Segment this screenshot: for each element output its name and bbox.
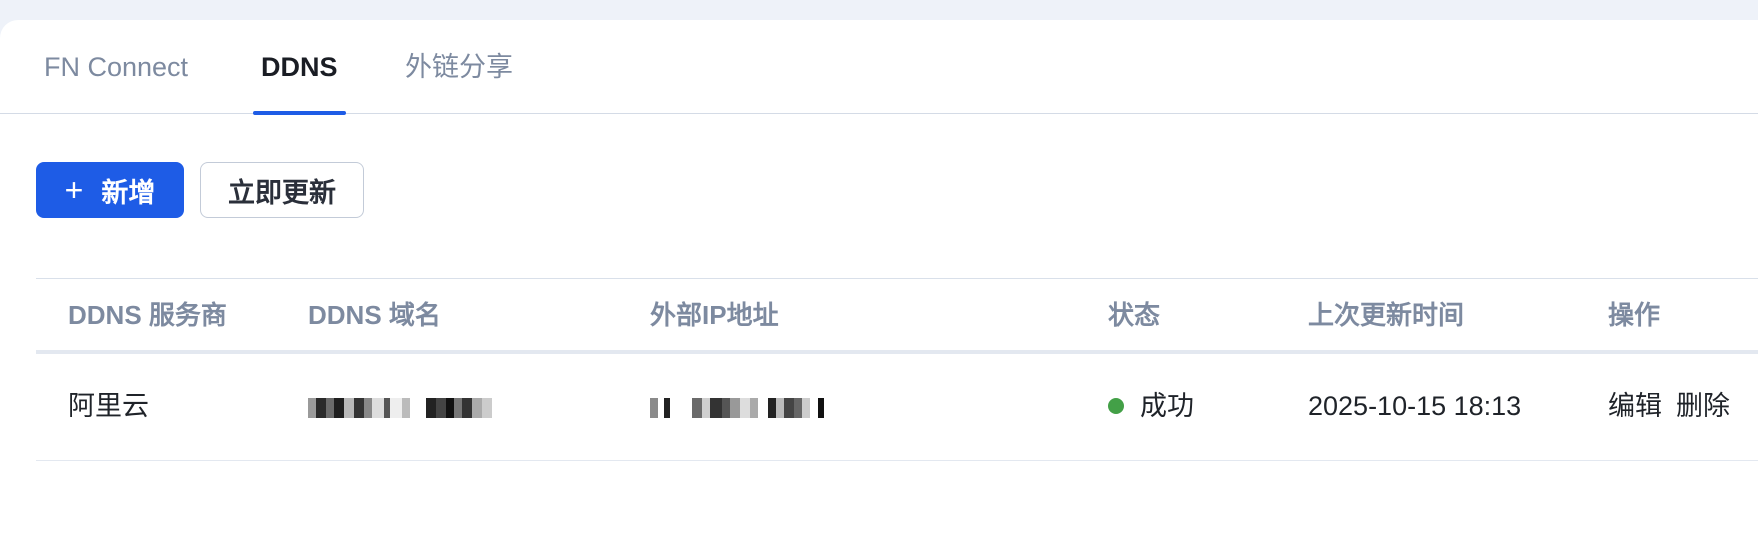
plus-icon: + — [64, 172, 84, 208]
status-label: 成功 — [1140, 391, 1194, 421]
col-provider: DDNS 服务商 — [68, 300, 227, 330]
update-now-label: 立即更新 — [228, 177, 336, 208]
domain-redacted — [308, 398, 492, 418]
delete-button[interactable]: 删除 — [1676, 391, 1730, 421]
status-dot — [1108, 397, 1124, 414]
edit-button[interactable]: 编辑 — [1608, 391, 1662, 421]
col-domain: DDNS 域名 — [308, 300, 441, 330]
add-button[interactable]: + 新增 — [36, 162, 184, 218]
table-row: 阿里云 成功 2025-10-15 18:13 编辑 删除 — [36, 354, 1758, 461]
actions-cell: 编辑 删除 — [1608, 354, 1744, 459]
col-last-update: 上次更新时间 — [1308, 300, 1465, 330]
add-button-label: 新增 — [101, 177, 156, 208]
table-header: DDNS 服务商 DDNS 域名 外部IP地址 状态 上次更新时间 操作 — [36, 278, 1758, 354]
status-cell: 成功 — [1108, 354, 1194, 459]
ddns-panel: FN Connect DDNS 外链分享 + 新增 立即更新 DDNS 服务商 … — [0, 20, 1758, 540]
tab-bar: FN Connect DDNS 外链分享 — [0, 20, 1758, 115]
col-actions: 操作 — [1608, 300, 1661, 330]
provider-cell: 阿里云 — [68, 391, 149, 421]
col-external-ip: 外部IP地址 — [650, 300, 779, 330]
tab-fn-connect[interactable]: FN Connect — [36, 20, 196, 114]
ip-redacted — [650, 398, 824, 418]
tab-ddns[interactable]: DDNS — [253, 20, 346, 115]
col-status: 状态 — [1108, 300, 1161, 330]
last-update-cell: 2025-10-15 18:13 — [1308, 391, 1522, 421]
update-now-button[interactable]: 立即更新 — [200, 162, 364, 218]
tab-share-links[interactable]: 外链分享 — [397, 20, 521, 114]
